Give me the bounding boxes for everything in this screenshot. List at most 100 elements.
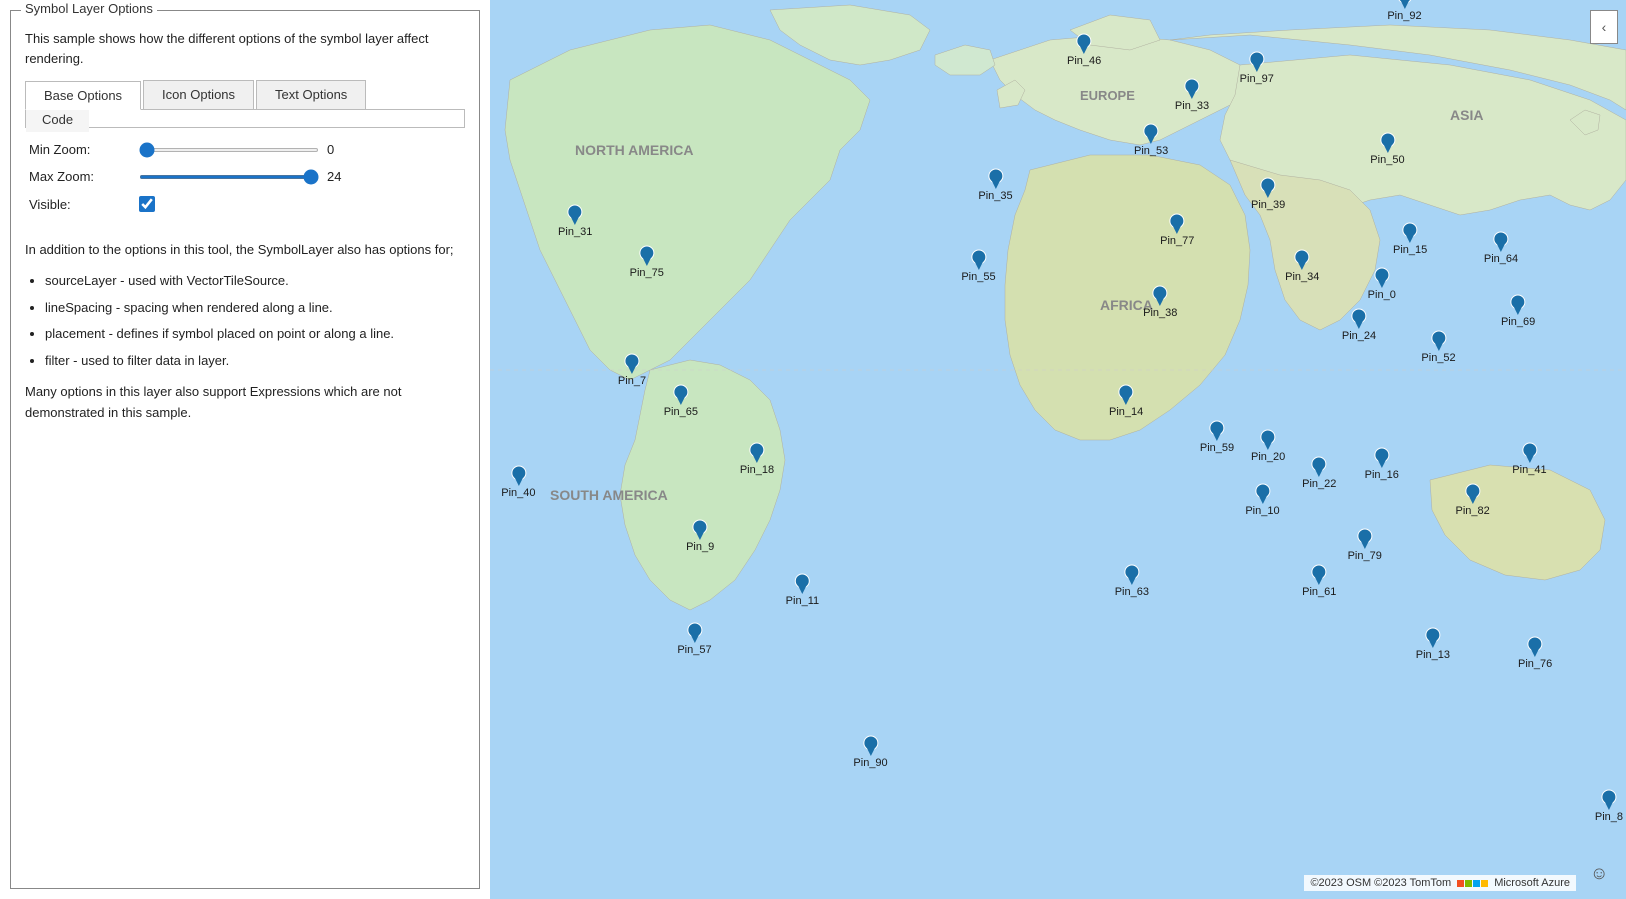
map-pin-Pin_55: Pin_55: [961, 249, 995, 283]
min-zoom-label: Min Zoom:: [29, 142, 139, 157]
pin-label: Pin_65: [664, 406, 698, 418]
max-zoom-label: Max Zoom:: [29, 169, 139, 184]
map-pin-Pin_11: Pin_11: [786, 573, 819, 607]
pin-svg: [1374, 267, 1390, 289]
pin-svg: [1124, 564, 1140, 586]
panel-description: This sample shows how the different opti…: [25, 29, 465, 68]
brand-label: Microsoft Azure: [1494, 877, 1570, 889]
pin-label: Pin_9: [686, 541, 714, 553]
pin-svg: [1254, 483, 1270, 505]
osm-attribution: ©2023 OSM ©2023 TomTom: [1310, 877, 1451, 889]
ms-logo: [1457, 880, 1488, 887]
collapse-button[interactable]: ‹: [1590, 10, 1618, 44]
code-row: Code: [25, 110, 465, 128]
pin-svg: [970, 249, 986, 271]
pin-label: Pin_59: [1200, 442, 1234, 454]
map-pin-Pin_20: Pin_20: [1251, 429, 1285, 463]
map-pin-Pin_14: Pin_14: [1109, 384, 1143, 418]
pin-label: Pin_24: [1342, 330, 1376, 342]
pin-svg: [1493, 231, 1509, 253]
info-item-2: placement - defines if symbol placed on …: [45, 324, 465, 345]
tabs-container: Base Options Icon Options Text Options: [25, 80, 465, 110]
pin-label: Pin_75: [630, 267, 664, 279]
pin-label: Pin_50: [1370, 154, 1404, 166]
tab-text[interactable]: Text Options: [256, 80, 366, 109]
ms-sq-yellow: [1481, 880, 1488, 887]
tab-base[interactable]: Base Options: [25, 81, 141, 110]
map-pin-Pin_31: Pin_31: [558, 204, 592, 238]
map-pin-Pin_76: Pin_76: [1518, 636, 1552, 670]
map-pin-Pin_57: Pin_57: [677, 622, 711, 656]
pin-svg: [1425, 627, 1441, 649]
info-section: In addition to the options in this tool,…: [25, 240, 465, 434]
pin-svg: [1379, 132, 1395, 154]
map-pin-Pin_59: Pin_59: [1200, 420, 1234, 454]
label-europe: EUROPE: [1080, 88, 1135, 103]
pin-label: Pin_77: [1160, 235, 1194, 247]
feedback-button[interactable]: ☺: [1590, 863, 1618, 891]
min-zoom-row: Min Zoom: 0: [29, 142, 461, 157]
pin-svg: [639, 245, 655, 267]
pin-svg: [1396, 0, 1412, 10]
map-svg: NORTH AMERICA SOUTH AMERICA EUROPE AFRIC…: [490, 0, 1626, 899]
map-pin-Pin_75: Pin_75: [630, 245, 664, 279]
map-pin-Pin_39: Pin_39: [1251, 177, 1285, 211]
pin-label: Pin_90: [853, 757, 887, 769]
tab-icon[interactable]: Icon Options: [143, 80, 254, 109]
pin-svg: [1143, 123, 1159, 145]
map-pin-Pin_8: Pin_8: [1595, 789, 1623, 823]
pin-label: Pin_57: [677, 644, 711, 656]
map-pin-Pin_40: Pin_40: [501, 465, 535, 499]
max-zoom-row: Max Zoom: 24: [29, 169, 461, 184]
info-list: sourceLayer - used with VectorTileSource…: [25, 271, 465, 372]
map-pin-Pin_79: Pin_79: [1348, 528, 1382, 562]
smiley-icon: ☺: [1590, 863, 1608, 883]
label-north-america: NORTH AMERICA: [575, 142, 693, 158]
pin-label: Pin_41: [1512, 464, 1546, 476]
map-pin-Pin_35: Pin_35: [978, 168, 1012, 202]
pin-label: Pin_69: [1501, 316, 1535, 328]
min-zoom-slider[interactable]: [139, 148, 319, 152]
pin-svg: [1294, 249, 1310, 271]
label-asia: ASIA: [1450, 107, 1483, 123]
map-pin-Pin_41: Pin_41: [1512, 442, 1546, 476]
pin-svg: [1249, 51, 1265, 73]
panel-border: Symbol Layer Options This sample shows h…: [10, 10, 480, 889]
pin-label: Pin_14: [1109, 406, 1143, 418]
pin-label: Pin_63: [1115, 586, 1149, 598]
map-pin-Pin_65: Pin_65: [664, 384, 698, 418]
pin-label: Pin_13: [1416, 649, 1450, 661]
visible-row: Visible:: [29, 196, 461, 212]
ms-sq-green: [1465, 880, 1472, 887]
pin-svg: [1357, 528, 1373, 550]
max-zoom-slider[interactable]: [139, 175, 319, 179]
max-zoom-value: 24: [327, 169, 347, 184]
pin-svg: [1527, 636, 1543, 658]
map-pin-Pin_10: Pin_10: [1245, 483, 1279, 517]
pin-label: Pin_18: [740, 464, 774, 476]
map-pin-Pin_61: Pin_61: [1302, 564, 1336, 598]
pin-label: Pin_0: [1368, 289, 1396, 301]
pin-svg: [1601, 789, 1617, 811]
pin-label: Pin_61: [1302, 586, 1336, 598]
info-item-3: filter - used to filter data in layer.: [45, 351, 465, 372]
map-area[interactable]: NORTH AMERICA SOUTH AMERICA EUROPE AFRIC…: [490, 0, 1626, 899]
map-pin-Pin_52: Pin_52: [1421, 330, 1455, 364]
pin-label: Pin_52: [1421, 352, 1455, 364]
pin-svg: [1374, 447, 1390, 469]
map-pin-Pin_13: Pin_13: [1416, 627, 1450, 661]
pin-svg: [1118, 384, 1134, 406]
pin-svg: [1152, 285, 1168, 307]
visible-checkbox[interactable]: [139, 196, 155, 212]
pin-label: Pin_92: [1387, 10, 1421, 22]
pin-svg: [1402, 222, 1418, 244]
pin-label: Pin_97: [1240, 73, 1274, 85]
pin-label: Pin_53: [1134, 145, 1168, 157]
pin-svg: [510, 465, 526, 487]
pin-svg: [1521, 442, 1537, 464]
map-pin-Pin_0: Pin_0: [1368, 267, 1396, 301]
pin-label: Pin_16: [1365, 469, 1399, 481]
map-pin-Pin_33: Pin_33: [1175, 78, 1209, 112]
pin-label: Pin_40: [501, 487, 535, 499]
pin-svg: [749, 442, 765, 464]
